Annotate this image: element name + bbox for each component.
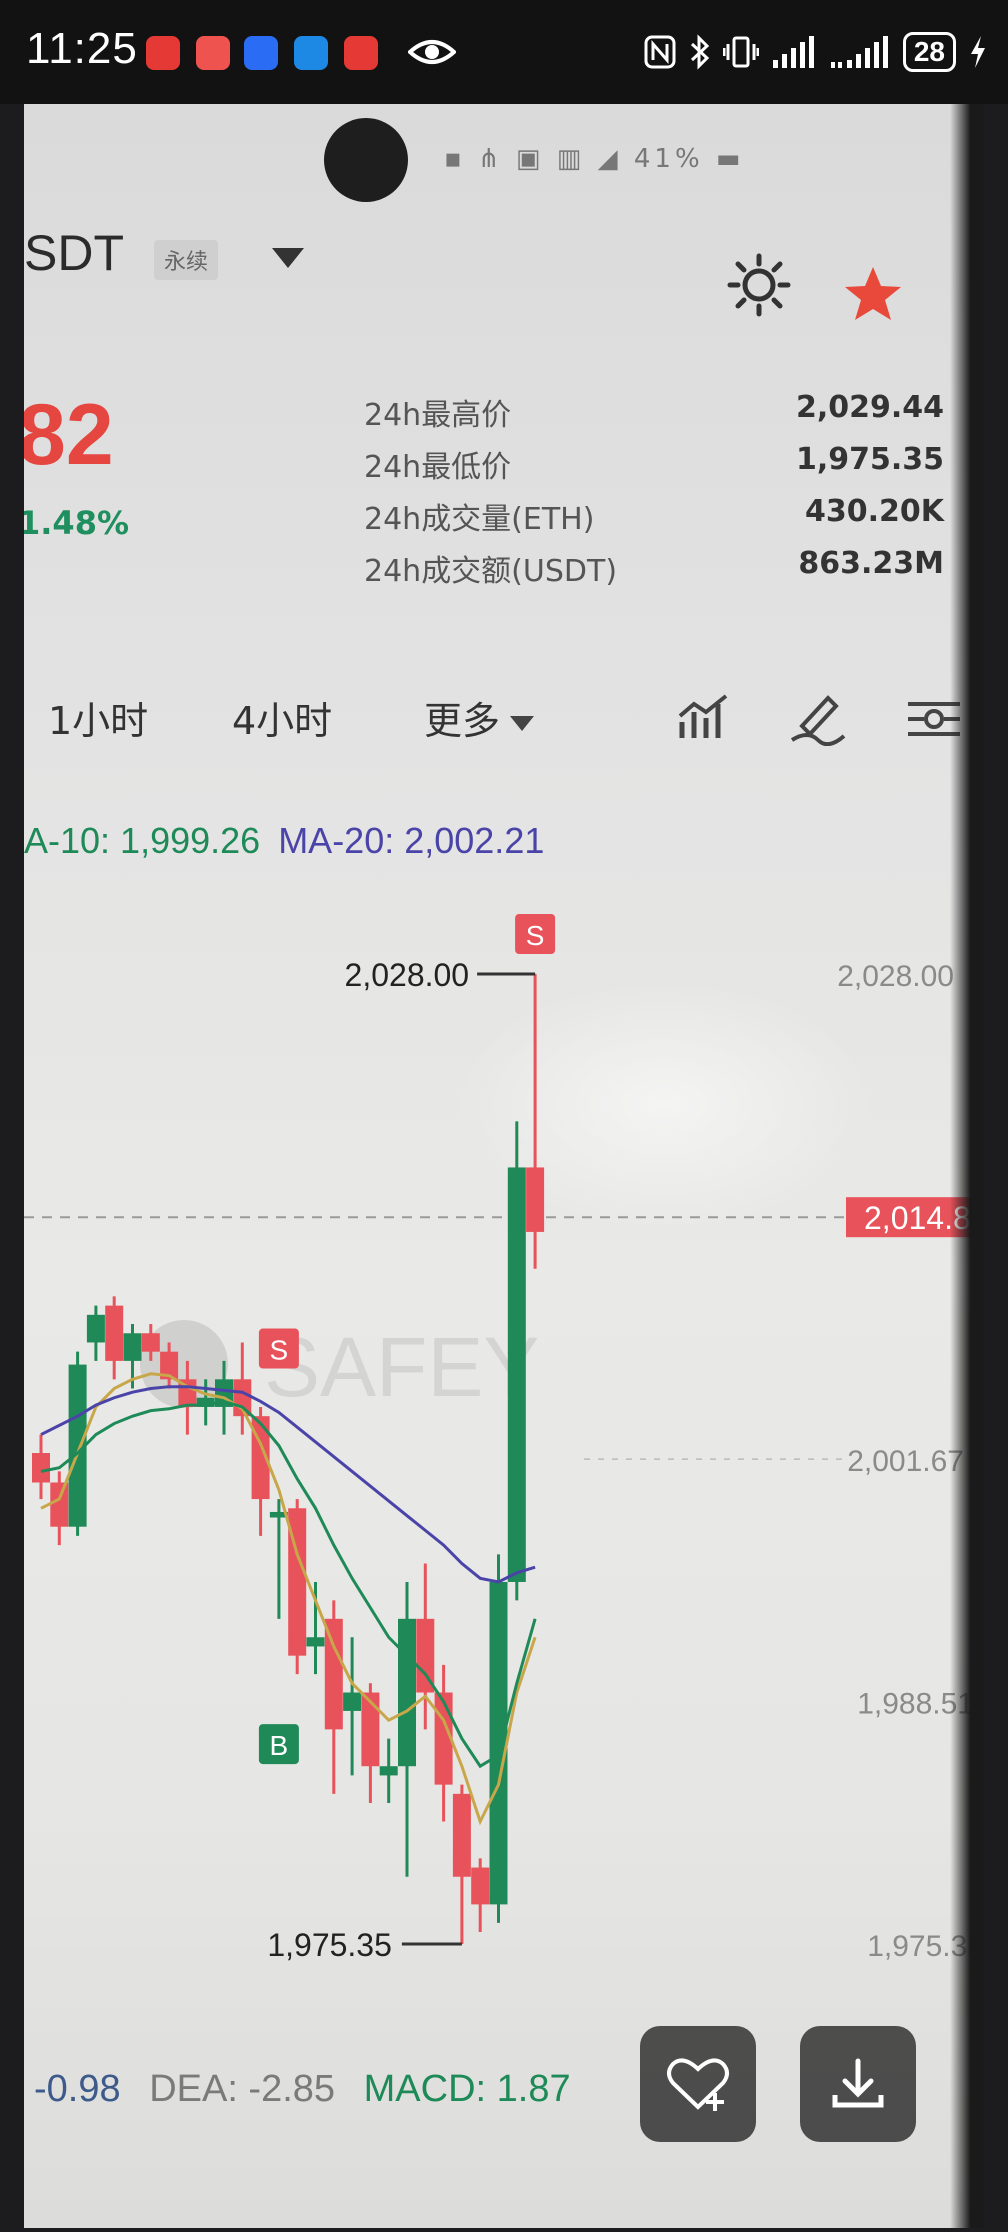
candle-body (452, 1793, 471, 1877)
sell-marker-label: S (526, 920, 545, 951)
favorite-star-icon[interactable] (842, 264, 904, 324)
stat-value: 1,975.35 (795, 442, 944, 477)
stat-label: 24h最高价 (364, 398, 512, 433)
chevron-down-icon (510, 716, 535, 731)
macd-legend: -0.98 DEA: -2.85 MACD: 1.87 (34, 2068, 571, 2111)
candle-body (324, 1618, 343, 1730)
phone-edge (950, 104, 984, 2228)
baidu-icon (244, 36, 278, 70)
stat-volume: 24h成交量(ETH) 430.20K (364, 494, 944, 542)
chat-icon (294, 36, 328, 70)
bluetooth-icon (690, 34, 710, 70)
status-bar: 11:25 28 (0, 0, 1008, 104)
low-label: 1,975.35 (267, 1927, 392, 1963)
candlestick-chart[interactable]: SAFEY2,028.002,001.671,988.511,975.352,0… (24, 864, 984, 2064)
trading-screen: ▪ ⋔ ▣ ▥ ◢ 41% ▬ SDT 永续 82 1.48% 24h最高价 2… (24, 104, 984, 2228)
front-camera (324, 118, 408, 202)
candle-body (123, 1333, 142, 1361)
ma20-value: MA-20: 2,002.21 (278, 820, 545, 861)
nfc-icon (644, 35, 676, 69)
vibrate-icon (722, 36, 759, 68)
favorite-button[interactable] (640, 2026, 756, 2142)
candle-body (398, 1618, 416, 1767)
stat-value: 430.20K (804, 494, 944, 529)
stat-value: 863.23M (798, 546, 944, 581)
high-label: 2,028.00 (345, 957, 470, 993)
y-tick-label: 2,028.00 (837, 960, 954, 993)
dea-value: DEA: -2.85 (149, 2068, 336, 2110)
stat-label: 24h成交额(USDT) (364, 554, 618, 589)
indicator-icon[interactable] (676, 690, 732, 746)
candle-body (489, 1581, 508, 1905)
candle-body (306, 1637, 325, 1647)
tab-4h[interactable]: 4小时 (232, 690, 332, 745)
ma10-value: A-10: 1,999.26 (24, 820, 261, 861)
stat-label: 24h成交量(ETH) (364, 502, 595, 537)
candle-body (471, 1867, 490, 1905)
app-red-icon (146, 36, 180, 70)
candle-body (105, 1305, 124, 1361)
photo-frame: ▪ ⋔ ▣ ▥ ◢ 41% ▬ SDT 永续 82 1.48% 24h最高价 2… (24, 104, 984, 2228)
y-tick-label: 2,001.67 (847, 1445, 964, 1478)
candle-body (141, 1333, 160, 1352)
candle-body (86, 1314, 105, 1343)
heart-add-icon (667, 2058, 729, 2111)
inner-status-bar: ▪ ⋔ ▣ ▥ ◢ 41% ▬ (444, 144, 745, 174)
stat-turnover: 24h成交额(USDT) 863.23M (364, 546, 944, 594)
battery-level: 28 (902, 32, 956, 72)
tab-more[interactable]: 更多 (424, 690, 535, 745)
stat-high: 24h最高价 2,029.44 (364, 390, 944, 438)
ma-legend: A-10: 1,999.26 MA-20: 2,002.21 (24, 820, 544, 862)
watermark-text: SAFEY (264, 1320, 539, 1414)
sell-marker-label: S (270, 1335, 289, 1366)
download-icon (832, 2058, 884, 2108)
app-note-icon (196, 36, 230, 70)
signal-1-icon (772, 36, 814, 68)
stat-label: 24h最低价 (364, 450, 512, 485)
candle-body (32, 1453, 50, 1483)
candle-body (50, 1482, 69, 1527)
candle-body (526, 1167, 545, 1232)
byd-icon (344, 36, 378, 70)
candle-body (507, 1167, 526, 1582)
charging-icon (971, 36, 985, 68)
stat-value: 2,029.44 (795, 390, 944, 425)
candle-body (343, 1692, 362, 1711)
timeframe-tabs: 1小时 4小时 更多 (24, 690, 984, 770)
candle-body (379, 1766, 398, 1776)
price-change: 1.48% (24, 504, 130, 542)
download-button[interactable] (800, 2026, 916, 2142)
pair-dropdown-icon[interactable] (272, 248, 304, 268)
signal-2-icon (830, 36, 888, 68)
ma20-line (40, 1385, 536, 1584)
clock: 11:25 (26, 24, 138, 73)
buy-marker-label: B (270, 1730, 289, 1761)
tab-more-label: 更多 (424, 699, 501, 743)
tab-1h[interactable]: 1小时 (48, 690, 148, 745)
eye-icon (408, 40, 456, 64)
stat-low: 24h最低价 1,975.35 (364, 442, 944, 490)
dif-value: -0.98 (34, 2068, 121, 2110)
ma10-line (40, 1399, 537, 1769)
trading-pair-title[interactable]: SDT (24, 224, 124, 282)
settings-icon[interactable] (724, 250, 794, 320)
contract-tag: 永续 (154, 240, 219, 280)
last-price: 82 (24, 387, 114, 483)
macd-value: MACD: 1.87 (363, 2068, 571, 2110)
draw-pen-icon[interactable] (788, 690, 848, 746)
